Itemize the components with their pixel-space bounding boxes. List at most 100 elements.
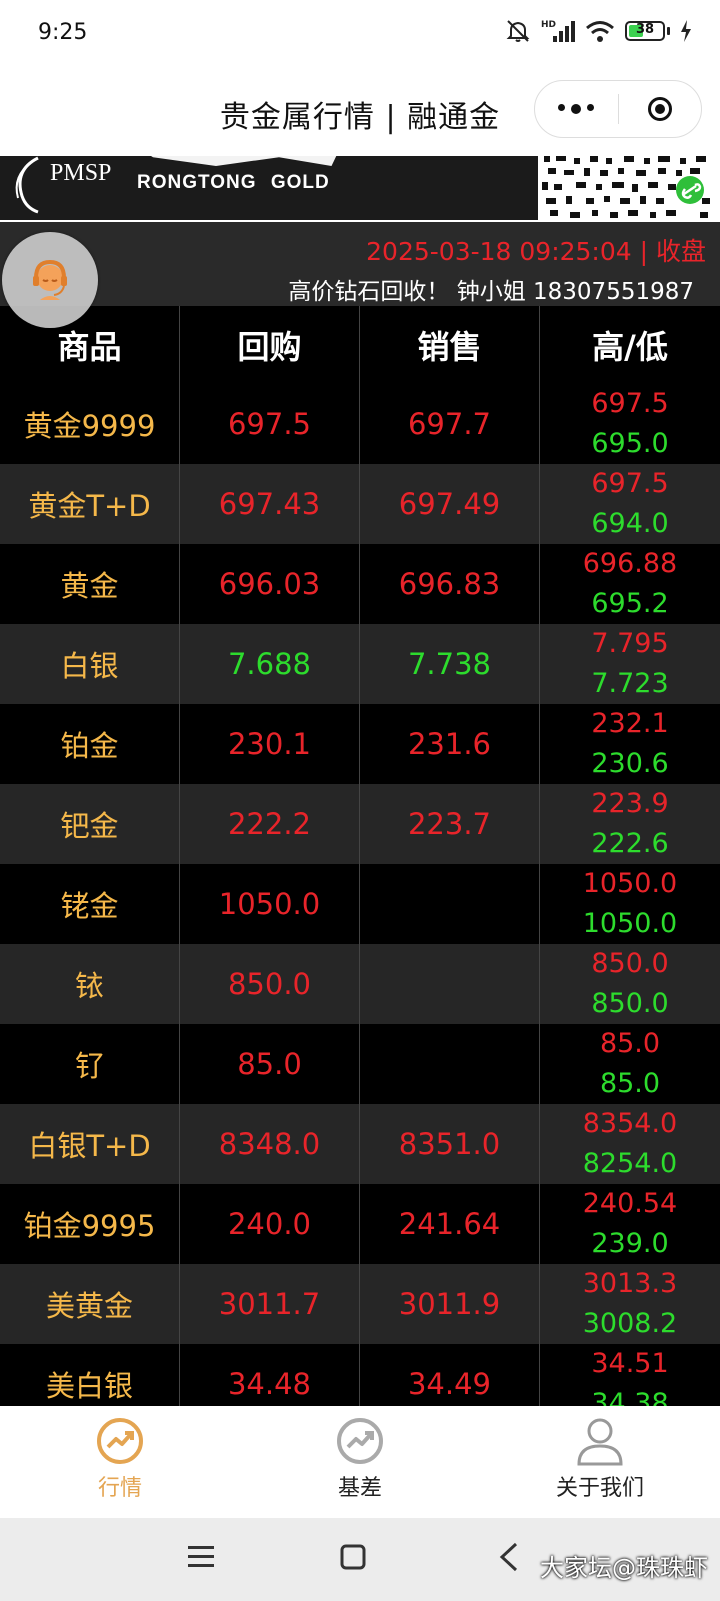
- low-price: 230.6: [591, 748, 669, 779]
- qr-code-icon[interactable]: [540, 156, 720, 222]
- low-price: 694.0: [591, 508, 669, 539]
- high-low-cell: 3013.3 3008.2: [540, 1264, 720, 1344]
- logo-brand: RONGTONG GOLD: [137, 172, 330, 193]
- buy-price: 3011.7: [180, 1264, 360, 1344]
- charging-icon: [681, 20, 691, 42]
- high-low-cell: 697.5 694.0: [540, 464, 720, 544]
- table-row: 黄金9999 697.5 697.7 697.5 695.0: [0, 384, 720, 464]
- low-price: 222.6: [591, 828, 669, 859]
- high-price: 240.54: [582, 1188, 678, 1219]
- logo-pmsp: PMSP: [50, 160, 112, 186]
- high-price: 7.795: [591, 628, 669, 659]
- menu-icon[interactable]: [188, 1542, 214, 1572]
- back-icon[interactable]: [498, 1542, 520, 1572]
- sell-price: [360, 864, 540, 944]
- info-strip: 2025-03-18 09:25:04 | 收盘 高价钻石回收！ 钟小姐 183…: [0, 222, 720, 306]
- status-time: 9:25: [38, 20, 88, 45]
- system-navigation-bar: 大家坛@珠珠虾: [0, 1518, 720, 1601]
- tab-label: 关于我们: [555, 1476, 644, 1501]
- customer-service-button[interactable]: [2, 232, 98, 328]
- high-price: 34.51: [591, 1348, 669, 1379]
- close-button[interactable]: [619, 97, 702, 121]
- product-name: 钯金: [0, 784, 180, 864]
- product-name: 美黄金: [0, 1264, 180, 1344]
- trend-circle-icon: [337, 1418, 383, 1464]
- buy-price: 8348.0: [180, 1104, 360, 1184]
- trend-circle-icon: [97, 1418, 143, 1464]
- high-low-cell: 697.5 695.0: [540, 384, 720, 464]
- low-price: 8254.0: [582, 1148, 678, 1179]
- table-row: 铂金9995 240.0 241.64 240.54 239.0: [0, 1184, 720, 1264]
- more-button[interactable]: [535, 104, 618, 114]
- low-price: 85.0: [599, 1068, 661, 1099]
- tab-quotes[interactable]: 行情: [0, 1406, 240, 1518]
- high-low-cell: 34.51 34.38: [540, 1344, 720, 1406]
- high-price: 8354.0: [582, 1108, 678, 1139]
- high-low-cell: 85.0 85.0: [540, 1024, 720, 1104]
- table-row: 黄金 696.03 696.83 696.88 695.2: [0, 544, 720, 624]
- table-row: 铑金 1050.0 1050.0 1050.0: [0, 864, 720, 944]
- battery-level: 38: [635, 22, 655, 37]
- product-name: 黄金: [0, 544, 180, 624]
- network-label: HD: [541, 20, 556, 30]
- update-datetime: 2025-03-18 09:25:04 | 收盘: [366, 237, 706, 266]
- logo-swoosh-icon: [15, 156, 39, 214]
- high-price: 3013.3: [582, 1268, 678, 1299]
- banner-logo-area: PMSP RONGTONG GOLD: [0, 144, 538, 220]
- buy-price: 850.0: [180, 944, 360, 1024]
- battery-cap: [667, 27, 670, 35]
- product-name: 铑金: [0, 864, 180, 944]
- table-row: 钯金 222.2 223.7 223.9 222.6: [0, 784, 720, 864]
- header-high-low: 高/低: [592, 328, 668, 366]
- high-low-cell: 223.9 222.6: [540, 784, 720, 864]
- high-price: 697.5: [591, 388, 669, 419]
- buy-price: 222.2: [180, 784, 360, 864]
- buy-price: 7.688: [180, 624, 360, 704]
- product-name: 铂金: [0, 704, 180, 784]
- status-icons: HD 38: [505, 18, 692, 44]
- product-name: 钌: [0, 1024, 180, 1104]
- header-sell: 销售: [360, 306, 540, 384]
- tab-label: 基差: [337, 1476, 382, 1501]
- low-price: 850.0: [591, 988, 669, 1019]
- banner: PMSP RONGTONG GOLD: [0, 144, 720, 222]
- product-name: 铂金9995: [0, 1184, 180, 1264]
- person-icon: [577, 1418, 623, 1466]
- sell-price: 696.83: [360, 544, 540, 624]
- sell-price: 3011.9: [360, 1264, 540, 1344]
- tab-about-us[interactable]: 关于我们: [480, 1406, 720, 1518]
- low-price: 695.0: [591, 428, 669, 459]
- high-low-cell: 8354.0 8254.0: [540, 1104, 720, 1184]
- table-row: 美黄金 3011.7 3011.9 3013.3 3008.2: [0, 1264, 720, 1344]
- low-price: 34.38: [591, 1388, 669, 1406]
- mute-icon: [506, 20, 530, 42]
- wifi-icon: [586, 21, 614, 42]
- home-icon[interactable]: [340, 1542, 366, 1572]
- nav-bar: 贵金属行情 | 融通金: [0, 68, 720, 156]
- tab-label: 行情: [97, 1476, 142, 1501]
- header-buy: 回购: [180, 306, 360, 384]
- table-row: 铱 850.0 850.0 850.0: [0, 944, 720, 1024]
- tab-basis[interactable]: 基差: [240, 1406, 480, 1518]
- notice-text: 高价钻石回收！ 钟小姐 18307551987: [288, 279, 694, 305]
- sell-price: 8351.0: [360, 1104, 540, 1184]
- high-low-cell: 850.0 850.0: [540, 944, 720, 1024]
- target-icon: [647, 97, 672, 121]
- sell-price: 697.7: [360, 384, 540, 464]
- high-low-cell: 1050.0 1050.0: [540, 864, 720, 944]
- high-price: 850.0: [591, 948, 669, 979]
- sell-price: 697.49: [360, 464, 540, 544]
- buy-price: 697.5: [180, 384, 360, 464]
- buy-price: 230.1: [180, 704, 360, 784]
- product-name: 黄金T+D: [0, 464, 180, 544]
- sell-price: [360, 944, 540, 1024]
- sell-price: 7.738: [360, 624, 540, 704]
- low-price: 239.0: [591, 1228, 669, 1259]
- buy-price: 1050.0: [180, 864, 360, 944]
- high-low-cell: 696.88 695.2: [540, 544, 720, 624]
- bottom-tab-bar: 行情 基差 关于我们: [0, 1406, 720, 1518]
- high-low-cell: 232.1 230.6: [540, 704, 720, 784]
- sell-price: 34.49: [360, 1344, 540, 1406]
- buy-price: 697.43: [180, 464, 360, 544]
- table-row: 黄金T+D 697.43 697.49 697.5 694.0: [0, 464, 720, 544]
